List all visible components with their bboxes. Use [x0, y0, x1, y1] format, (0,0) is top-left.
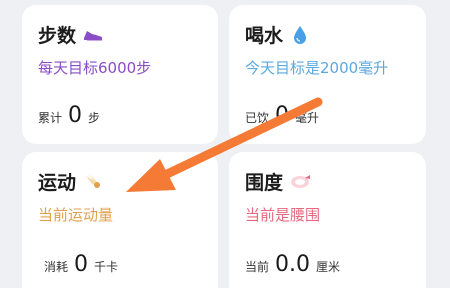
steps-stat: 累计 0 步: [38, 103, 100, 128]
steps-stat-unit: 步: [88, 111, 101, 125]
water-stat-label: 已饮: [245, 111, 270, 125]
water-card[interactable]: 喝水 今天目标是2000毫升 已饮 0 毫升: [229, 5, 426, 144]
water-stat: 已饮 0 毫升: [245, 103, 319, 128]
water-goal: 今天目标是2000毫升: [245, 59, 389, 77]
steps-title-row: 步数: [38, 21, 104, 48]
waist-goal: 当前是腰围: [245, 206, 321, 224]
sport-stat-value: 0: [74, 252, 89, 277]
waist-title: 围度: [245, 172, 284, 194]
steps-stat-label: 累计: [38, 111, 63, 125]
waist-stat: 当前 0.0 厘米: [245, 252, 340, 277]
water-stat-value: 0: [275, 103, 290, 128]
steps-goal: 每天目标6000步: [38, 59, 152, 77]
water-stat-unit: 毫升: [295, 111, 320, 125]
sport-stat-unit: 千卡: [94, 260, 119, 274]
waist-title-row: 围度: [245, 168, 311, 195]
steps-title: 步数: [38, 25, 77, 47]
sport-stat-label: 消耗: [44, 260, 69, 274]
tape-measure-icon: [289, 172, 311, 192]
waist-stat-unit: 厘米: [316, 260, 341, 274]
sport-stat: 消耗 0 千卡: [44, 252, 118, 277]
sport-title-row: 运动: [38, 168, 104, 195]
sport-card[interactable]: 运动 当前运动量 消耗 0 千卡: [22, 152, 218, 288]
water-title-row: 喝水: [245, 21, 311, 48]
shuttlecock-icon: [82, 172, 104, 192]
sport-title: 运动: [38, 172, 77, 194]
water-title: 喝水: [245, 25, 284, 47]
waist-stat-value: 0.0: [275, 252, 311, 277]
sport-goal: 当前运动量: [38, 206, 114, 224]
sneaker-icon: [82, 25, 104, 45]
waist-stat-label: 当前: [245, 260, 270, 274]
waist-card[interactable]: 围度 当前是腰围 当前 0.0 厘米: [229, 152, 426, 288]
steps-stat-value: 0: [68, 103, 83, 128]
water-drop-icon: [289, 25, 311, 45]
steps-card[interactable]: 步数 每天目标6000步 累计 0 步: [22, 5, 218, 144]
